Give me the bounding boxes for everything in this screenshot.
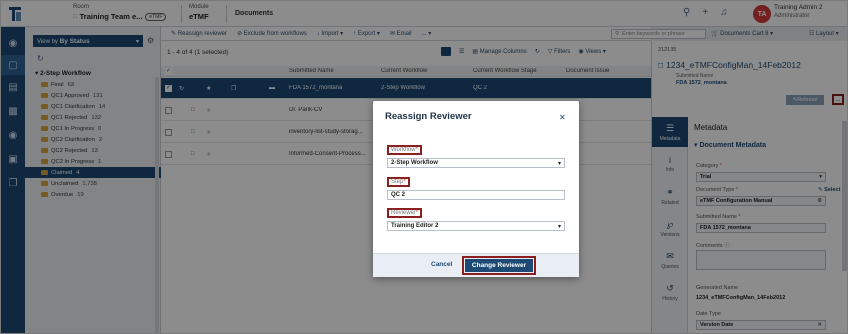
dialog-footer: Cancel Change Reviewer	[373, 253, 579, 277]
app-frame: Room □ Training Team e... eTMF Module eT…	[0, 0, 848, 334]
cancel-button[interactable]: Cancel	[431, 261, 452, 268]
reviewer-label: Reviewer*	[387, 208, 423, 218]
chevron-down-icon: ▾	[557, 223, 561, 230]
dialog-title: Reassign Reviewer	[385, 111, 472, 122]
chevron-down-icon: ▾	[557, 160, 561, 167]
step-field[interactable]: QC 2	[387, 190, 565, 200]
workflow-label: Workflow*	[387, 145, 422, 155]
reassign-reviewer-dialog: Reassign Reviewer ✕ Workflow* 2-Step Wor…	[373, 101, 579, 277]
step-label: Step*	[387, 177, 410, 187]
close-icon[interactable]: ✕	[559, 113, 566, 122]
change-reviewer-button[interactable]: Change Reviewer	[462, 256, 536, 275]
reviewer-select[interactable]: Training Editor 2 ▾	[387, 221, 565, 231]
workflow-select[interactable]: 2-Step Workflow ▾	[387, 158, 565, 168]
